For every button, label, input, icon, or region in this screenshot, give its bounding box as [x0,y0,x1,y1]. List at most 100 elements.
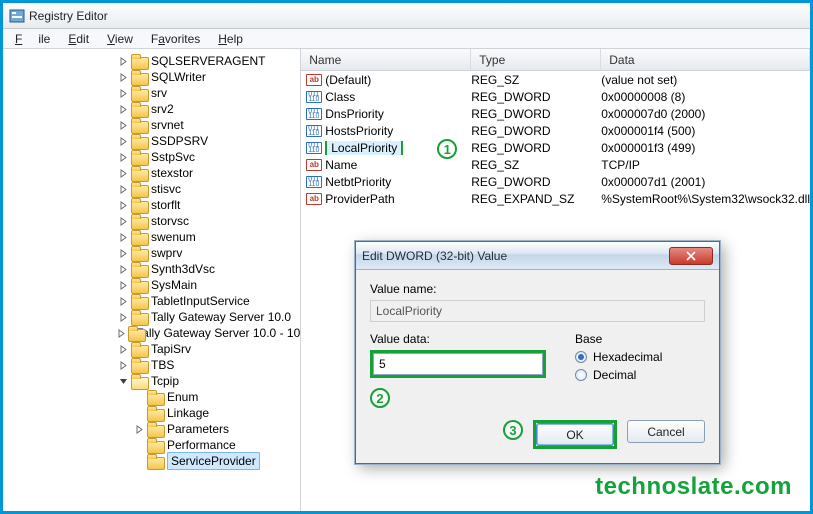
radio-hex[interactable]: Hexadecimal [575,350,705,364]
tree-item[interactable]: SSDPSRV [5,133,300,149]
close-icon[interactable] [669,247,713,265]
registry-tree[interactable]: SQLSERVERAGENTSQLWritersrvsrv2srvnetSSDP… [3,49,301,511]
chevron-right-icon[interactable] [117,327,126,339]
tree-label: swprv [151,245,182,261]
tree-label: Enum [167,389,198,405]
tree-item[interactable]: SQLSERVERAGENT [5,53,300,69]
value-data-input[interactable] [373,353,543,375]
list-row[interactable]: abNameREG_SZTCP/IP [301,156,810,173]
tree-item[interactable]: storflt [5,197,300,213]
list-row[interactable]: ab(Default)REG_SZ(value not set) [301,71,810,88]
tree-item[interactable]: Linkage [5,405,300,421]
chevron-right-icon[interactable] [117,119,129,131]
tree-item[interactable]: TabletInputService [5,293,300,309]
cell-type: REG_DWORD [471,141,601,155]
menu-file[interactable]: File [7,30,58,48]
tree-item[interactable]: stexstor [5,165,300,181]
tree-label: srvnet [151,117,184,133]
tree-item[interactable]: srv2 [5,101,300,117]
menu-help[interactable]: Help [210,30,251,48]
tree-item[interactable]: stisvc [5,181,300,197]
chevron-right-icon[interactable] [133,439,145,451]
cancel-button[interactable]: Cancel [627,420,705,443]
chevron-right-icon[interactable] [117,215,129,227]
tree-item[interactable]: srv [5,85,300,101]
tree-item[interactable]: Enum [5,389,300,405]
col-type[interactable]: Type [471,49,601,70]
tree-label: Linkage [167,405,209,421]
radio-dec[interactable]: Decimal [575,368,705,382]
chevron-right-icon[interactable] [117,71,129,83]
col-data[interactable]: Data [601,49,810,70]
cell-data: 0x000007d1 (2001) [601,175,810,189]
tree-item[interactable]: storvsc [5,213,300,229]
tree-item[interactable]: srvnet [5,117,300,133]
chevron-right-icon[interactable] [117,103,129,115]
cell-type: REG_DWORD [471,124,601,138]
tree-item[interactable]: SysMain [5,277,300,293]
value-name-label: Value name: [370,282,705,296]
value-name-field: LocalPriority [370,300,705,322]
window-titlebar: Registry Editor [3,3,810,29]
tree-item[interactable]: SstpSvc [5,149,300,165]
list-row[interactable]: DnsPriorityREG_DWORD0x000007d0 (2000) [301,105,810,122]
tree-item[interactable]: Parameters [5,421,300,437]
menu-view[interactable]: View [99,30,141,48]
list-row[interactable]: abProviderPathREG_EXPAND_SZ%SystemRoot%\… [301,190,810,207]
tree-item[interactable]: swprv [5,245,300,261]
tree-label: Tally Gateway Server 10.0 [151,309,291,325]
tree-item[interactable]: Synth3dVsc [5,261,300,277]
chevron-right-icon[interactable] [117,183,129,195]
list-row[interactable]: LocalPriorityREG_DWORD0x000001f3 (499) [301,139,810,156]
list-row[interactable]: ClassREG_DWORD0x00000008 (8) [301,88,810,105]
chevron-right-icon[interactable] [117,311,129,323]
tree-item[interactable]: Tally Gateway Server 10.0 - 10 [5,325,300,341]
chevron-right-icon[interactable] [117,359,129,371]
menu-favorites[interactable]: Favorites [143,30,208,48]
chevron-right-icon[interactable] [133,391,145,403]
folder-icon [131,102,147,116]
chevron-right-icon[interactable] [133,423,145,435]
dword-icon [305,141,323,155]
dword-icon [305,124,323,138]
base-label: Base [575,332,705,346]
tree-item[interactable]: Tcpip [5,373,300,389]
tree-item[interactable]: SQLWriter [5,69,300,85]
folder-icon [147,422,163,436]
dialog-titlebar[interactable]: Edit DWORD (32-bit) Value [356,242,719,270]
cell-type: REG_DWORD [471,107,601,121]
tree-item[interactable]: ServiceProvider [5,453,300,469]
chevron-right-icon[interactable] [117,247,129,259]
menu-edit[interactable]: Edit [60,30,97,48]
tree-item[interactable]: TBS [5,357,300,373]
chevron-right-icon[interactable] [117,135,129,147]
string-icon: ab [305,192,323,206]
cell-name: NetbtPriority [325,175,471,189]
chevron-right-icon[interactable] [117,87,129,99]
chevron-right-icon[interactable] [133,455,145,467]
chevron-right-icon[interactable] [133,407,145,419]
chevron-right-icon[interactable] [117,55,129,67]
tree-label: stexstor [151,165,193,181]
chevron-right-icon[interactable] [117,343,129,355]
list-row[interactable]: NetbtPriorityREG_DWORD0x000007d1 (2001) [301,173,810,190]
chevron-right-icon[interactable] [117,231,129,243]
cell-data: 0x00000008 (8) [601,90,810,104]
list-row[interactable]: HostsPriorityREG_DWORD0x000001f4 (500) [301,122,810,139]
chevron-right-icon[interactable] [117,199,129,211]
tree-item[interactable]: TapiSrv [5,341,300,357]
chevron-right-icon[interactable] [117,167,129,179]
folder-icon [131,294,147,308]
tree-item[interactable]: Performance [5,437,300,453]
chevron-right-icon[interactable] [117,279,129,291]
chevron-right-icon[interactable] [117,263,129,275]
tree-label: SQLSERVERAGENT [151,53,265,69]
col-name[interactable]: Name [301,49,471,70]
chevron-down-icon[interactable] [117,375,129,387]
tree-item[interactable]: swenum [5,229,300,245]
chevron-right-icon[interactable] [117,151,129,163]
ok-button[interactable]: OK [536,423,614,446]
cell-data: %SystemRoot%\System32\wsock32.dll [601,192,810,206]
chevron-right-icon[interactable] [117,295,129,307]
tree-item[interactable]: Tally Gateway Server 10.0 [5,309,300,325]
